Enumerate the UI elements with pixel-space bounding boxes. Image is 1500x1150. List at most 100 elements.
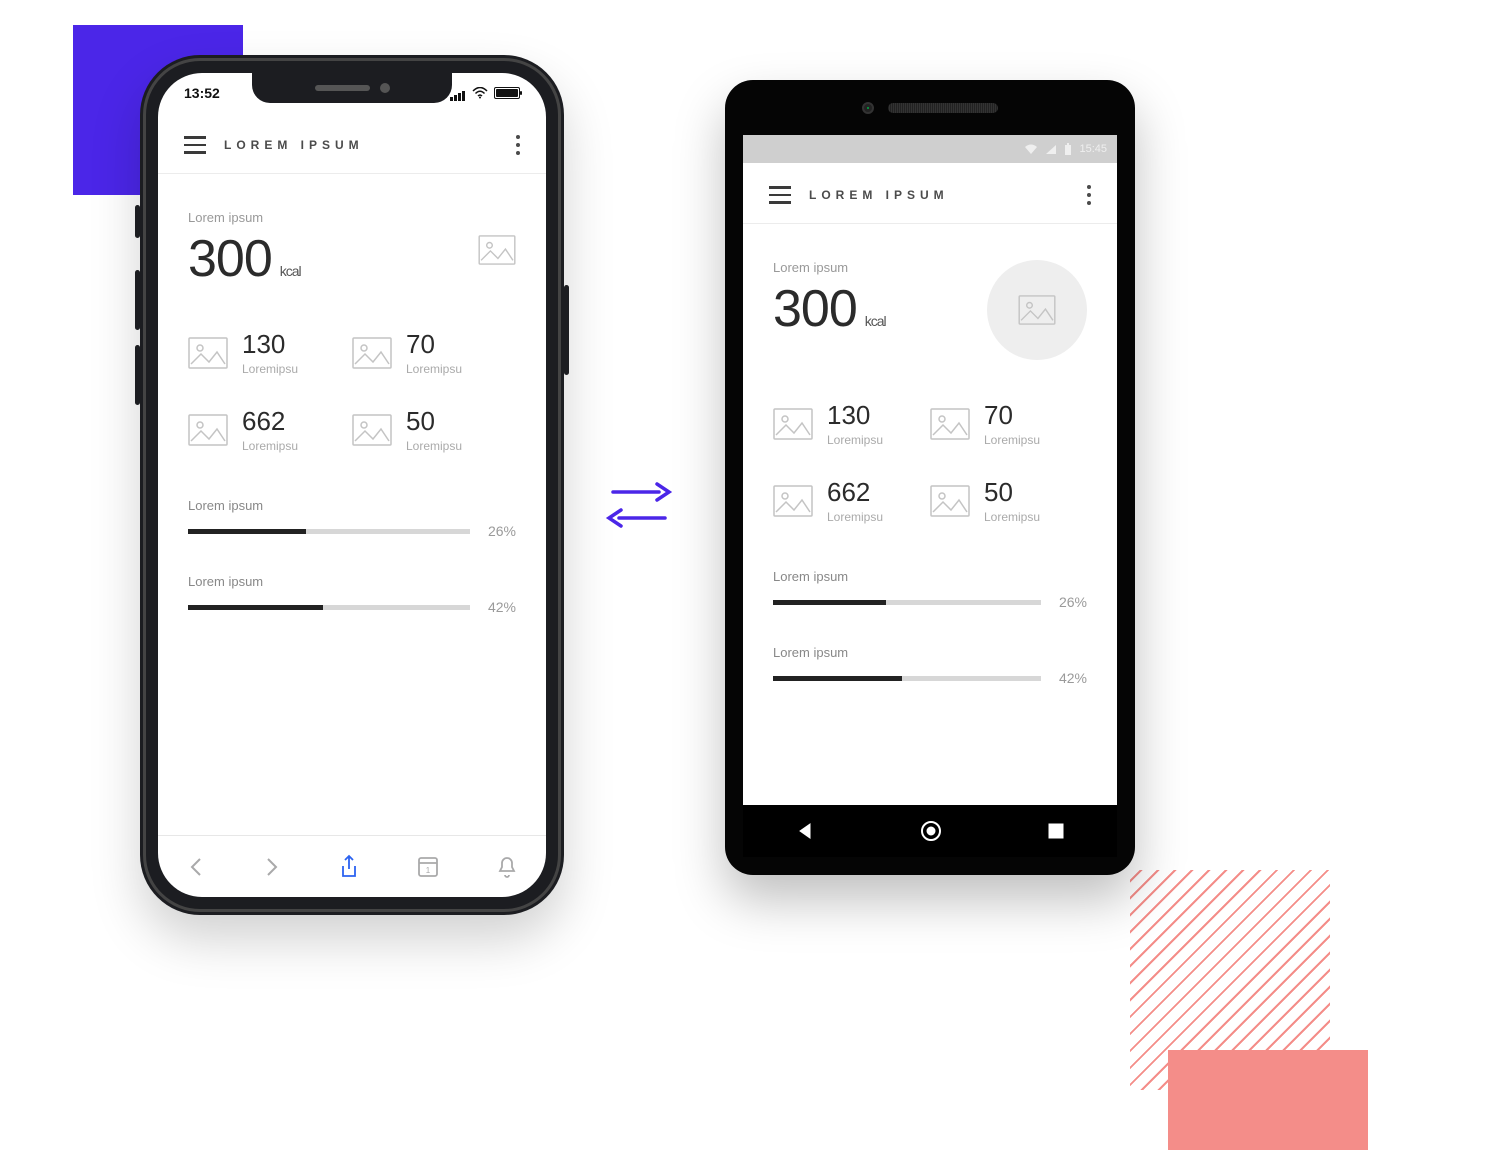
stat-label: Loremipsu — [242, 362, 298, 376]
image-placeholder-icon — [773, 408, 813, 440]
stat-item: 662 Loremipsu — [773, 477, 930, 524]
app-title: LOREM IPSUM — [224, 138, 364, 152]
image-placeholder-icon — [773, 485, 813, 517]
progress-percent: 26% — [488, 523, 516, 539]
app-content-android: LOREM IPSUM Lorem ipsum 300 kcal 130Lore… — [743, 163, 1117, 805]
menu-icon[interactable] — [184, 136, 206, 154]
cellular-signal-icon — [1045, 144, 1057, 155]
stat-label: Loremipsu — [242, 439, 298, 453]
progress-label: Lorem ipsum — [188, 498, 516, 513]
android-frame: 15:45 LOREM IPSUM Lorem ipsum 300 kcal — [725, 80, 1135, 875]
iphone-frame: 13:52 LOREM IPSUM Lorem ipsum — [140, 55, 564, 915]
android-clock: 15:45 — [1079, 143, 1107, 155]
app-content-ios: LOREM IPSUM Lorem ipsum 300 kcal 130 Lore… — [158, 113, 546, 835]
stat-label: Loremipsu — [406, 439, 462, 453]
progress-item: Lorem ipsum 26% — [773, 569, 1087, 610]
android-earpiece — [888, 103, 998, 113]
cellular-signal-icon — [450, 85, 466, 101]
hero-value: 300 — [773, 279, 857, 339]
iphone-screen: 13:52 LOREM IPSUM Lorem ipsum — [158, 73, 546, 897]
progress-fill — [188, 605, 323, 610]
home-button-icon[interactable] — [919, 819, 943, 843]
image-placeholder-icon — [188, 414, 228, 446]
stat-value: 130 — [827, 400, 883, 431]
image-placeholder-icon — [930, 485, 970, 517]
iphone-volume-down — [135, 345, 140, 405]
progress-fill — [773, 600, 886, 605]
wifi-icon — [1024, 144, 1038, 155]
hero-avatar-placeholder — [987, 260, 1087, 360]
image-placeholder-icon — [352, 337, 392, 369]
stat-value: 50 — [984, 477, 1040, 508]
swap-arrows-icon — [595, 470, 683, 540]
progress-fill — [773, 676, 902, 681]
notifications-icon[interactable] — [497, 855, 517, 879]
hero-label: Lorem ipsum — [773, 260, 886, 275]
menu-icon[interactable] — [769, 186, 791, 204]
stat-label: Loremipsu — [827, 510, 883, 524]
back-icon[interactable] — [187, 856, 205, 878]
stats-grid-ios: 130Loremipsu70Loremipsu662Loremipsu50Lor… — [158, 299, 546, 463]
iphone-mute-switch — [135, 205, 140, 238]
progress-item: Lorem ipsum 42% — [188, 574, 516, 615]
overflow-menu-icon[interactable] — [1087, 185, 1091, 205]
stat-item: 70 Loremipsu — [352, 329, 516, 376]
tabs-icon[interactable]: 1 — [417, 856, 439, 878]
stat-label: Loremipsu — [984, 510, 1040, 524]
stat-value: 50 — [406, 406, 462, 437]
hero-unit: kcal — [865, 313, 886, 329]
progress-list-ios: Lorem ipsum 26% Lorem ipsum 42% — [158, 463, 546, 615]
overflow-menu-icon[interactable] — [516, 135, 520, 155]
android-front-camera — [862, 102, 874, 114]
ios-clock: 13:52 — [184, 85, 220, 101]
stat-label: Loremipsu — [827, 433, 883, 447]
progress-item: Lorem ipsum 42% — [773, 645, 1087, 686]
progress-percent: 26% — [1059, 594, 1087, 610]
progress-percent: 42% — [488, 599, 516, 615]
stat-item: 130 Loremipsu — [773, 400, 930, 447]
stat-item: 130 Loremipsu — [188, 329, 352, 376]
stat-value: 70 — [984, 400, 1040, 431]
recent-apps-icon[interactable] — [1047, 822, 1065, 840]
android-screen: 15:45 LOREM IPSUM Lorem ipsum 300 kcal — [743, 135, 1117, 857]
stat-item: 662Loremipsu — [188, 406, 352, 453]
image-placeholder-icon — [478, 210, 516, 289]
back-button-icon[interactable] — [795, 821, 815, 841]
iphone-front-camera — [380, 83, 390, 93]
decor-coral-block — [1168, 1050, 1368, 1150]
progress-percent: 42% — [1059, 670, 1087, 686]
hero-unit: kcal — [280, 263, 301, 279]
image-placeholder-icon — [930, 408, 970, 440]
progress-item: Lorem ipsum 26% — [188, 498, 516, 539]
progress-list-android: Lorem ipsum 26% Lorem ipsum 42% — [743, 534, 1117, 686]
share-icon[interactable] — [339, 854, 359, 880]
progress-label: Lorem ipsum — [188, 574, 516, 589]
hero-value: 300 — [188, 229, 272, 289]
android-status-bar: 15:45 — [743, 135, 1117, 163]
stat-value: 70 — [406, 329, 462, 360]
progress-label: Lorem ipsum — [773, 569, 1087, 584]
image-placeholder-icon — [352, 414, 392, 446]
iphone-earpiece — [315, 85, 370, 91]
hero-label: Lorem ipsum — [188, 210, 301, 225]
stat-label: Loremipsu — [406, 362, 462, 376]
stat-item: 50 Loremipsu — [930, 477, 1087, 524]
progress-label: Lorem ipsum — [773, 645, 1087, 660]
stat-item: 50 Loremipsu — [352, 406, 516, 453]
progress-track — [773, 600, 1041, 605]
ios-bottom-toolbar: 1 — [158, 835, 546, 897]
forward-icon[interactable] — [263, 856, 281, 878]
progress-track — [188, 605, 470, 610]
battery-icon — [494, 87, 520, 99]
image-placeholder-icon — [188, 337, 228, 369]
android-nav-bar — [743, 805, 1117, 857]
progress-track — [188, 529, 470, 534]
svg-text:1: 1 — [426, 866, 431, 875]
stat-item: 70 Loremipsu — [930, 400, 1087, 447]
stats-grid-android: 130 Loremipsu 70 Loremipsu 662 Loremipsu 50 Lor… — [743, 370, 1117, 534]
stat-label: Loremipsu — [984, 433, 1040, 447]
iphone-power-button — [564, 285, 569, 375]
iphone-notch — [252, 73, 452, 103]
stat-value: 662 — [827, 477, 883, 508]
stat-value: 130 — [242, 329, 298, 360]
